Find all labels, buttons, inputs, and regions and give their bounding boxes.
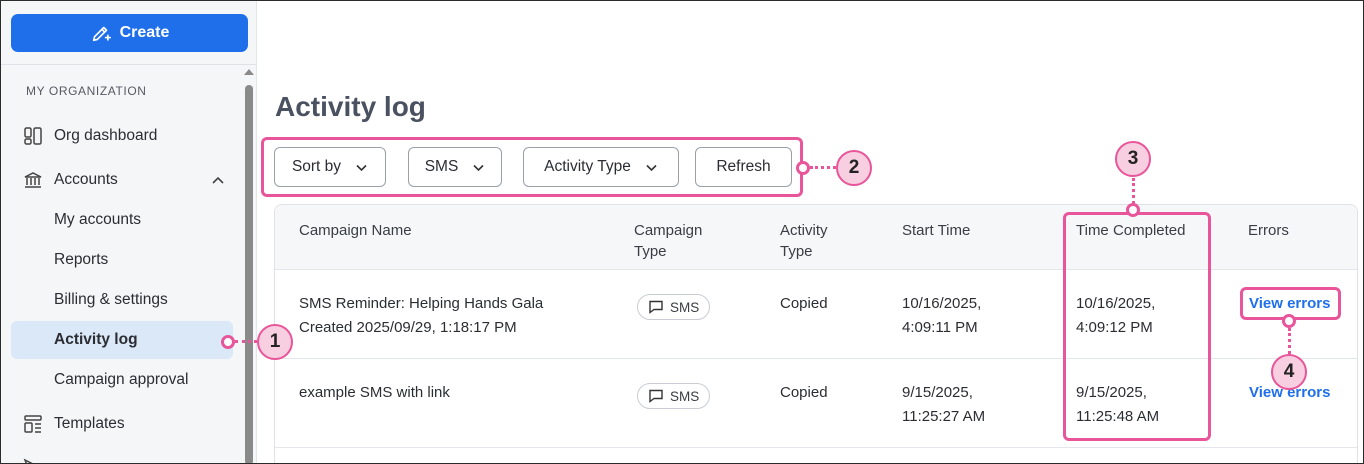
templates-icon [24, 415, 42, 433]
app-window: Create MY ORGANIZATION Org dashboard Acc… [0, 0, 1364, 464]
pencil-plus-icon [92, 26, 111, 42]
header-activity-type[interactable]: Activity Type [780, 220, 828, 262]
header-campaign-type[interactable]: Campaign Type [634, 220, 702, 262]
start-time-cell: 10/16/2025, 4:09:11 PM [902, 292, 981, 340]
scroll-up-arrow[interactable] [244, 69, 254, 75]
sidebar: Create MY ORGANIZATION Org dashboard Acc… [1, 1, 257, 463]
campaign-name: example SMS with link [299, 384, 450, 401]
start-time-cell: 9/15/2025, 11:25:27 AM [902, 381, 985, 429]
annotation-dot [1282, 314, 1296, 328]
badge-label: SMS [670, 299, 700, 315]
chat-icon [649, 389, 663, 403]
header-campaign-name[interactable]: Campaign Name [299, 220, 412, 241]
sidebar-item-partial[interactable] [11, 449, 233, 463]
dashboard-icon [24, 127, 42, 145]
header-start-time[interactable]: Start Time [902, 220, 970, 241]
sms-badge: SMS [637, 294, 711, 320]
sidebar-item-reports[interactable]: Reports [11, 241, 233, 279]
sidebar-item-label: Activity log [54, 331, 138, 348]
create-button-label: Create [119, 24, 170, 41]
chevron-up-icon [212, 176, 224, 184]
annotation-connector [1132, 178, 1135, 204]
campaign-name-cell: SMS Reminder: Helping Hands Gala Created… [299, 292, 543, 340]
campaign-created: Created 2025/09/29, 1:18:17 PM [299, 319, 517, 336]
annotation-connector [810, 166, 836, 169]
sidebar-scrollbar[interactable] [245, 85, 253, 463]
sidebar-item-label: Templates [54, 415, 125, 432]
annotation-dot [1126, 203, 1140, 217]
annotation-connector [235, 340, 257, 343]
sidebar-item-campaign-approval[interactable]: Campaign approval [11, 361, 233, 399]
bank-icon [24, 172, 42, 188]
sidebar-item-activity-log[interactable]: Activity log [11, 321, 233, 359]
badge-label: SMS [670, 388, 700, 404]
annotation-connector [1288, 328, 1291, 354]
sidebar-item-org-dashboard[interactable]: Org dashboard [11, 117, 233, 155]
send-icon [23, 458, 33, 463]
sidebar-item-accounts[interactable]: Accounts [11, 161, 233, 199]
header-line: Type [634, 243, 667, 260]
activity-cell: Copied [780, 384, 828, 401]
annotation-badge-4: 4 [1271, 354, 1307, 390]
sidebar-item-templates[interactable]: Templates [11, 405, 233, 443]
annotation-box-time-completed [1063, 212, 1211, 441]
start-time: 4:09:11 PM [902, 319, 978, 336]
annotation-badge-3: 3 [1115, 141, 1151, 177]
campaign-name-cell: example SMS with link [299, 381, 450, 405]
sms-badge: SMS [637, 383, 711, 409]
chat-icon [649, 300, 663, 314]
start-date: 10/16/2025, [902, 295, 982, 312]
annotation-box-filters [261, 137, 803, 197]
sidebar-item-label: Campaign approval [54, 371, 189, 388]
sidebar-item-label: Reports [54, 251, 109, 268]
annotation-dot [221, 335, 235, 349]
sidebar-item-label: Billing & settings [54, 291, 168, 308]
campaign-name: SMS Reminder: Helping Hands Gala [299, 295, 544, 312]
annotation-badge-2: 2 [836, 150, 872, 186]
header-errors: Errors [1248, 222, 1289, 239]
annotation-dot [796, 161, 810, 175]
header-line: Campaign [634, 222, 703, 239]
sidebar-item-label: My accounts [54, 211, 142, 228]
sidebar-item-label: Org dashboard [54, 127, 158, 144]
header-line: Activity [780, 222, 828, 239]
annotation-badge-1: 1 [257, 324, 293, 360]
start-date: 9/15/2025, [902, 384, 973, 401]
sidebar-divider [1, 64, 257, 65]
sidebar-item-my-accounts[interactable]: My accounts [11, 201, 233, 239]
start-time: 11:25:27 AM [902, 408, 986, 425]
sidebar-item-billing-settings[interactable]: Billing & settings [11, 281, 233, 319]
sidebar-item-label: Accounts [54, 171, 118, 188]
activity-cell: Copied [780, 295, 828, 312]
section-label: MY ORGANIZATION [26, 84, 147, 98]
header-line: Type [780, 243, 813, 260]
create-button[interactable]: Create [11, 14, 248, 52]
page-title: Activity log [275, 91, 426, 122]
